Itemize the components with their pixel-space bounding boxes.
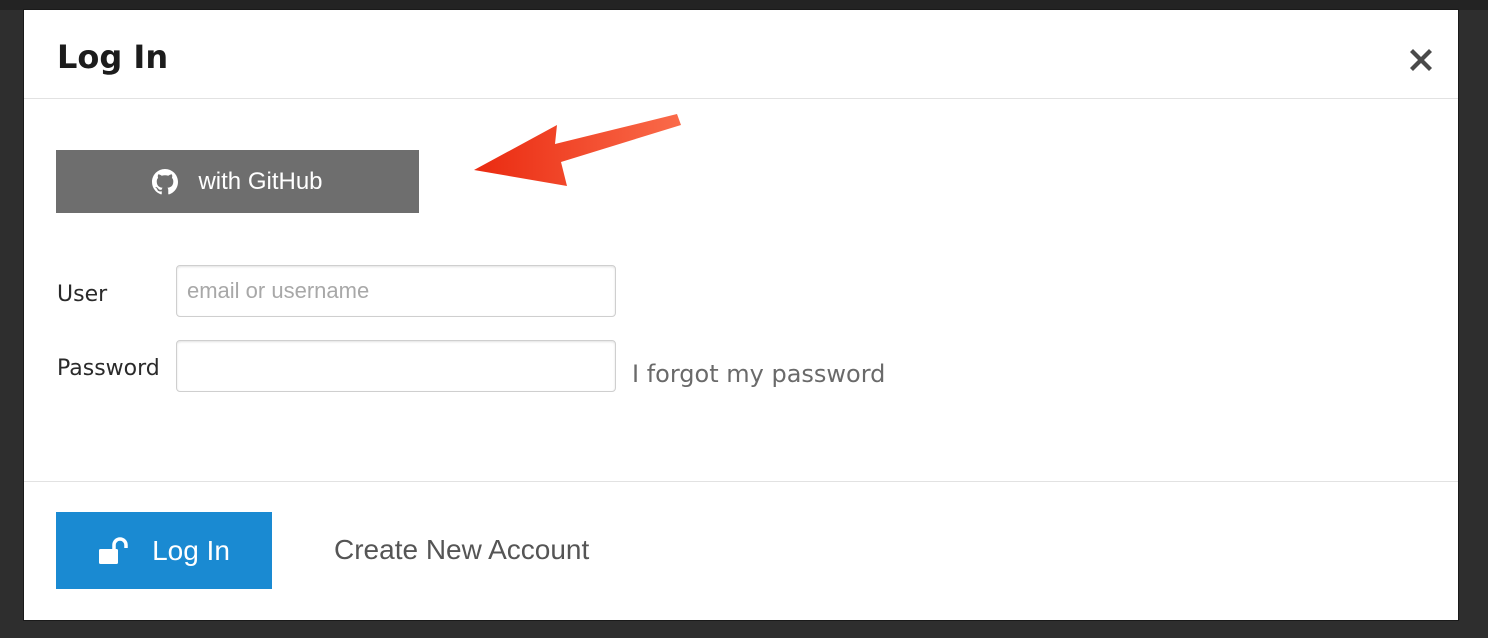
unlock-icon [99, 536, 128, 564]
close-button[interactable] [1405, 44, 1437, 76]
backdrop [0, 0, 1488, 10]
user-input[interactable] [176, 265, 616, 317]
dialog-header: Log In [24, 10, 1458, 99]
github-login-button[interactable]: with GitHub [56, 150, 419, 213]
login-button[interactable]: Log In [56, 512, 272, 589]
password-label: Password [57, 356, 160, 381]
github-icon [152, 168, 179, 194]
user-label: User [57, 282, 108, 307]
password-input[interactable] [176, 340, 616, 392]
github-login-label: with GitHub [198, 167, 323, 195]
login-dialog: Log In with GitHub User Password I forgo… [24, 10, 1458, 620]
arrow-icon [474, 114, 681, 186]
forgot-password-link[interactable]: I forgot my password [632, 360, 885, 388]
create-account-link[interactable]: Create New Account [334, 534, 589, 566]
close-icon [1410, 49, 1432, 71]
login-button-label: Log In [152, 534, 230, 566]
dialog-title: Log In [57, 38, 169, 76]
dialog-footer: Log In Create New Account [24, 481, 1458, 621]
